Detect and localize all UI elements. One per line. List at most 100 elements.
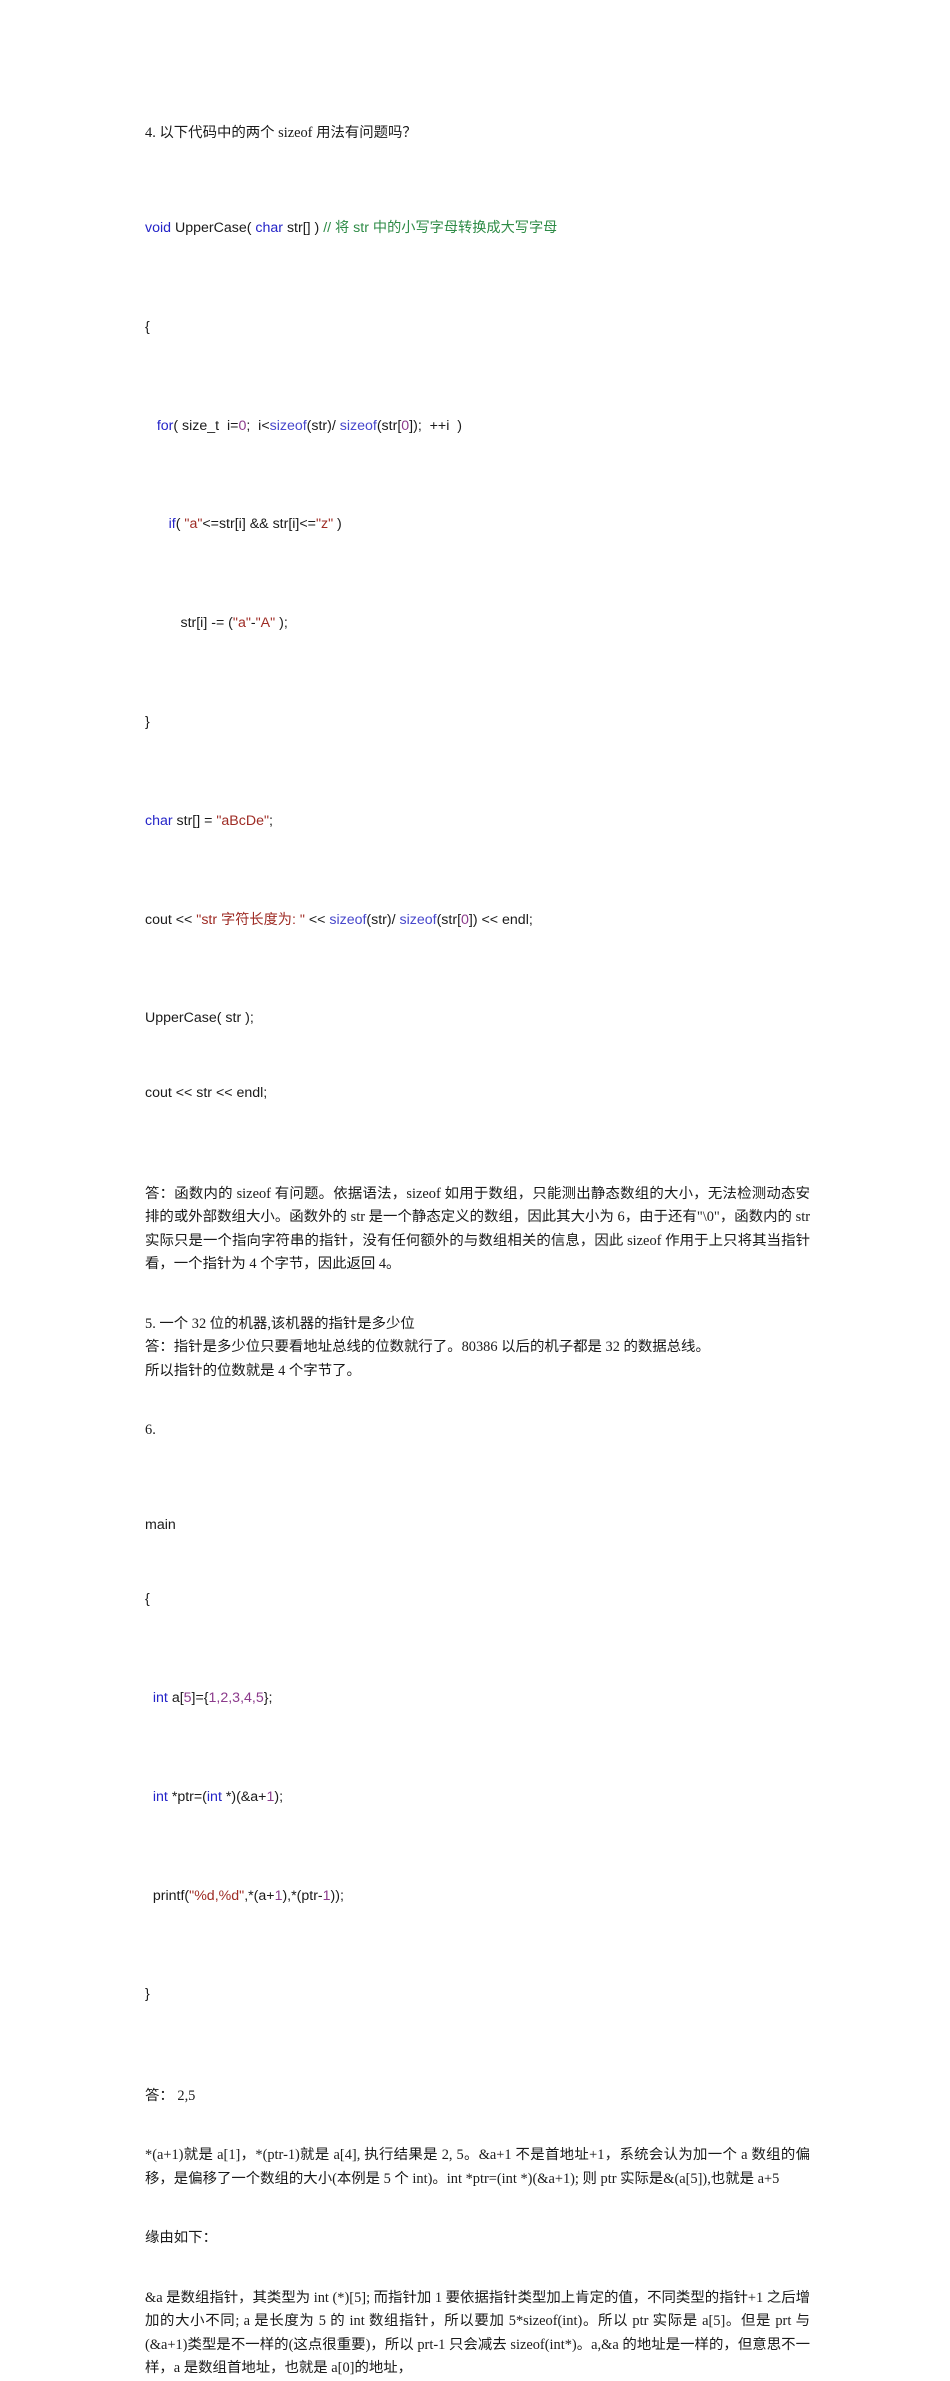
cast-expr: *)(&a+ xyxy=(221,1788,267,1805)
keyword-int: int xyxy=(152,1689,168,1706)
sizeof-token: sizeof xyxy=(329,911,367,928)
number-five: 5 xyxy=(183,1689,192,1706)
number-list: 1,2,3,4,5 xyxy=(208,1689,264,1706)
code-line-2: { xyxy=(145,1591,150,1608)
keyword-if: if xyxy=(168,516,176,533)
string-literal-length: "str 字符长度为: " xyxy=(196,911,305,928)
code-line-7: char str[] = "aBcDe"; xyxy=(145,809,810,834)
sizeof-token: sizeof xyxy=(399,911,437,928)
ptr-decl: *ptr=( xyxy=(167,1788,207,1805)
number-one: 1 xyxy=(322,1887,331,1904)
stream-op: << xyxy=(304,911,330,928)
code-line-5: str[i] -= ("a"-"A" ); xyxy=(145,611,810,636)
keyword-char: char xyxy=(145,812,173,829)
code-line-3: for( size_t i=0; i<sizeof(str)/ sizeof(s… xyxy=(145,414,810,439)
for-init: ( size_t i= xyxy=(173,417,239,434)
char-literal-A: "A" xyxy=(255,615,276,632)
if-cond: <=str[i] && str[i]<= xyxy=(202,516,316,533)
for-cond-3: (str[ xyxy=(376,417,402,434)
code-line-6: } xyxy=(145,1986,150,2003)
format-string: "%d,%d" xyxy=(189,1887,245,1904)
params: str[] ) xyxy=(283,219,324,236)
arg-2: ),*(ptr- xyxy=(282,1887,323,1904)
sizeof-arg-2: (str[ xyxy=(436,911,462,928)
function-name: UpperCase( xyxy=(171,219,256,236)
question-6-explanation-2: &a 是数组指针，其类型为 int (*)[5]; 而指针加 1 要依据指针类型… xyxy=(145,2289,810,2377)
for-tail: ]); ++i ) xyxy=(409,417,462,434)
keyword-void: void xyxy=(145,219,172,236)
code-line-9: UpperCase( str ); xyxy=(145,1010,254,1027)
printf-close: )); xyxy=(330,1887,344,1904)
code-line-1: void UpperCase( char str[] ) // 将 str 中的… xyxy=(145,216,810,241)
code-block-q6: main { int a[5]={1,2,3,4,5}; int *ptr=(i… xyxy=(145,1464,810,2057)
code-comment: // 将 str 中的小写字母转换成大写字母 xyxy=(323,219,558,236)
code-block-q4: void UpperCase( char str[] ) // 将 str 中的… xyxy=(145,167,810,1155)
sizeof-token: sizeof xyxy=(339,417,377,434)
reason-label: 缘由如下： xyxy=(145,2230,217,2246)
question-6-explanation-1: *(a+1)就是 a[1]，*(ptr-1)就是 a[4], 执行结果是 2, … xyxy=(145,2147,810,2187)
init-close: }; xyxy=(263,1689,273,1706)
cout-tail: ]) << endl; xyxy=(468,911,533,928)
question-6-answer: 答： 2,5 xyxy=(145,2087,196,2104)
decl-part: str[] = xyxy=(172,812,217,829)
code-line-1: main xyxy=(145,1517,176,1534)
question-6-heading: 6. xyxy=(145,1422,156,1439)
printf-open: printf( xyxy=(152,1887,190,1904)
expr-close: ); xyxy=(275,615,288,632)
for-cond: ; i< xyxy=(246,417,270,434)
number-one: 1 xyxy=(266,1788,275,1805)
semicolon: ; xyxy=(269,812,273,829)
code-line-4: int *ptr=(int *)(&a+1); xyxy=(145,1785,810,1810)
keyword-int: int xyxy=(152,1788,168,1805)
code-line-5: printf("%d,%d",*(a+1),*(ptr-1)); xyxy=(145,1884,810,1909)
arg-1: ,*(a+ xyxy=(244,1887,275,1904)
question-5-answer-line-2: 所以指针的位数就是 4 个字节了。 xyxy=(145,1362,361,1379)
init-open: ]={ xyxy=(191,1689,209,1706)
char-literal-a: "a" xyxy=(184,516,203,533)
if-close: ) xyxy=(333,516,342,533)
code-line-10: cout << str << endl; xyxy=(145,1084,268,1101)
sizeof-token: sizeof xyxy=(269,417,307,434)
document-content: 4. 以下代码中的两个 sizeof 用法有问题吗？ void UpperCas… xyxy=(145,122,810,2381)
array-decl: a[ xyxy=(167,1689,184,1706)
string-literal-abcde: "aBcDe" xyxy=(216,812,270,829)
char-literal-z: "z" xyxy=(315,516,334,533)
question-5-answer-line-1: 答：指针是多少位只要看地址总线的位数就行了。80386 以后的机子都是 32 的… xyxy=(145,1339,710,1356)
number-zero: 0 xyxy=(401,417,410,434)
document-page: 4. 以下代码中的两个 sizeof 用法有问题吗？ void UpperCas… xyxy=(0,0,950,2376)
question-4-heading: 4. 以下代码中的两个 sizeof 用法有问题吗？ xyxy=(145,125,417,141)
code-line-6: } xyxy=(145,713,150,730)
char-literal-a: "a" xyxy=(232,615,251,632)
question-4-answer: 答：函数内的 sizeof 有问题。依据语法，sizeof 如用于数组，只能测出… xyxy=(145,1185,810,1273)
keyword-char: char xyxy=(255,219,284,236)
expr-close: ); xyxy=(274,1788,284,1805)
keyword-int: int xyxy=(206,1788,222,1805)
assign-expr: str[i] -= ( xyxy=(180,615,233,632)
sizeof-arg: (str)/ xyxy=(366,911,400,928)
number-one: 1 xyxy=(274,1887,283,1904)
code-line-8: cout << "str 字符长度为: " << sizeof(str)/ si… xyxy=(145,908,810,933)
question-5-heading: 5. 一个 32 位的机器,该机器的指针是多少位 xyxy=(145,1315,415,1332)
number-zero: 0 xyxy=(461,911,469,928)
cout-open: cout << xyxy=(145,911,197,928)
code-line-2: { xyxy=(145,318,150,335)
code-line-4: if( "a"<=str[i] && str[i]<="z" ) xyxy=(145,512,810,537)
keyword-for: for xyxy=(156,417,174,434)
for-cond-2: (str)/ xyxy=(306,417,340,434)
code-line-3: int a[5]={1,2,3,4,5}; xyxy=(145,1686,810,1711)
